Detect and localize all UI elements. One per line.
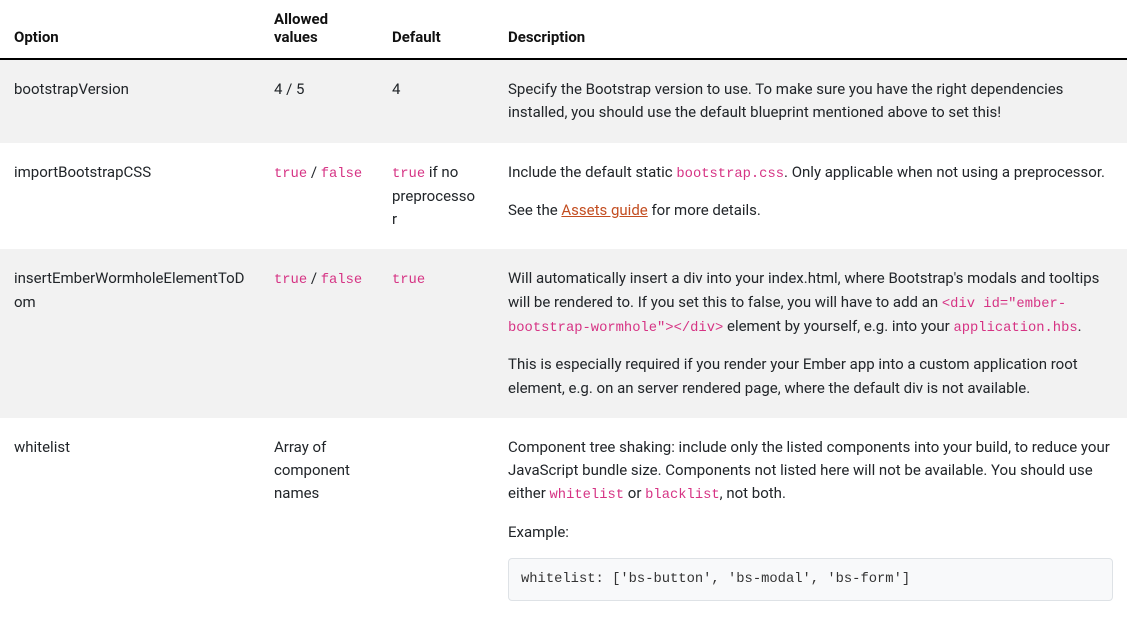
code-block: whitelist: ['bs-button', 'bs-modal', 'bs… [508,558,1113,601]
col-default: Default [378,0,494,59]
cell-allowed: true / false [260,249,378,418]
desc-paragraph: Will automatically insert a div into you… [508,267,1113,339]
col-description: Description [494,0,1127,59]
cell-description: Will automatically insert a div into you… [494,249,1127,418]
cell-allowed: true / false [260,143,378,250]
code-literal: false [321,273,362,288]
table-row: importBootstrapCSStrue / falsetrue if no… [0,143,1127,250]
code-literal: true [274,167,307,182]
code-literal: true [392,167,425,182]
code-literal: bootstrap.css [676,167,784,182]
cell-default: 4 [378,59,494,143]
cell-description: Specify the Bootstrap version to use. To… [494,59,1127,143]
cell-description: Include the default static bootstrap.css… [494,143,1127,250]
table-row: insertEmberWormholeElementToDomtrue / fa… [0,249,1127,418]
doc-link[interactable]: Assets guide [561,201,647,219]
cell-default: true if no preprocessor [378,143,494,250]
desc-paragraph: Example: [508,521,1113,544]
table-row: bootstrapVersion4 / 54 Specify the Bootst… [0,59,1127,143]
desc-paragraph: Include the default static bootstrap.css… [508,161,1113,185]
options-table: Option Allowed values Default Descriptio… [0,0,1127,619]
cell-option: importBootstrapCSS [0,143,260,250]
col-option: Option [0,0,260,59]
cell-default: true [378,249,494,418]
desc-paragraph: See the Assets guide for more details. [508,199,1113,222]
code-literal: blacklist [645,488,720,503]
code-literal: true [274,273,307,288]
table-header-row: Option Allowed values Default Descriptio… [0,0,1127,59]
col-allowed: Allowed values [260,0,378,59]
code-literal: whitelist [550,488,625,503]
desc-paragraph: This is especially required if you rende… [508,353,1113,400]
code-literal: false [321,167,362,182]
desc-paragraph: Specify the Bootstrap version to use. To… [508,78,1113,125]
code-literal: application.hbs [953,321,1077,336]
cell-option: bootstrapVersion [0,59,260,143]
cell-option: insertEmberWormholeElementToDom [0,249,260,418]
desc-paragraph: Component tree shaking: include only the… [508,436,1113,507]
cell-allowed: 4 / 5 [260,59,378,143]
code-literal: true [392,273,425,288]
